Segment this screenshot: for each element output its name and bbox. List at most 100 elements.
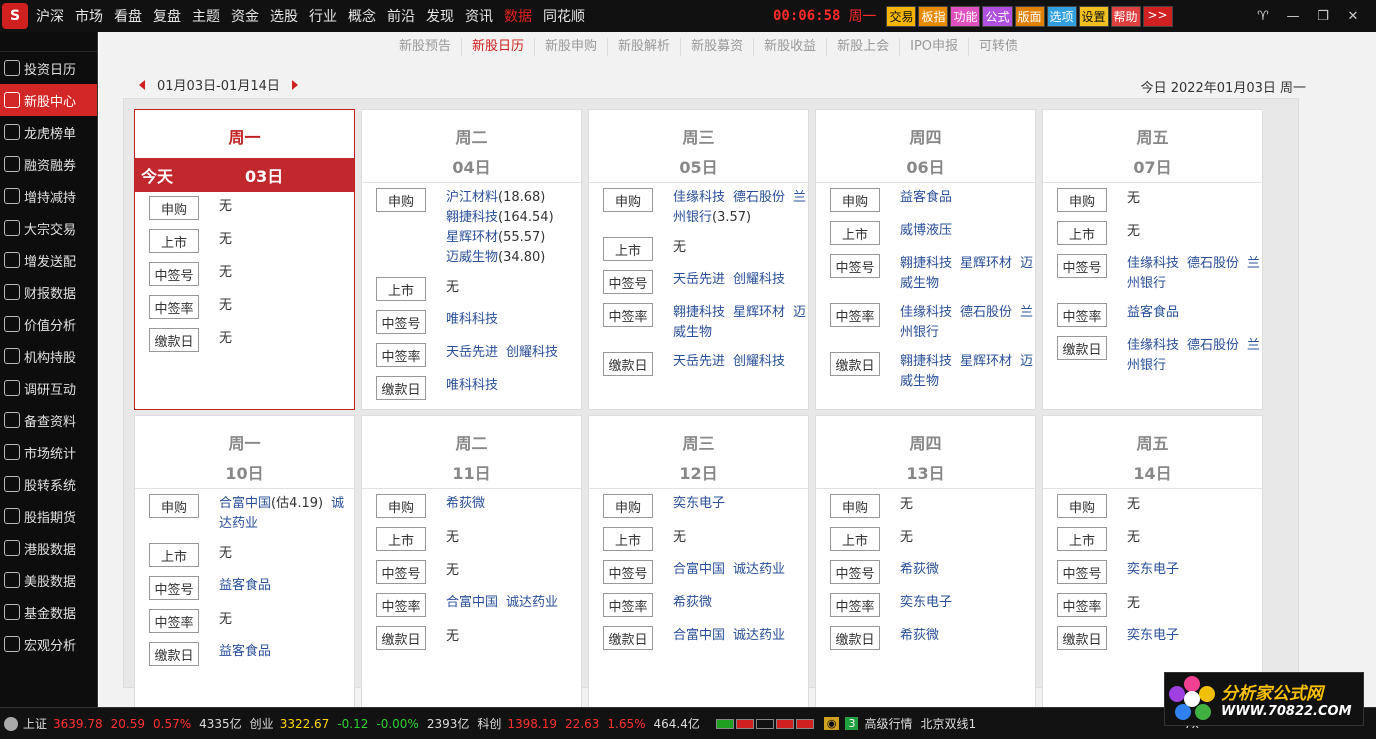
stock-link[interactable]: 沪江材料(18.68) <box>446 190 545 205</box>
menu-item-3[interactable]: 复盘 <box>148 6 187 26</box>
stock-link[interactable]: 诚达药业 <box>733 562 785 577</box>
stock-link[interactable]: 翱捷科技(164.54) <box>446 210 554 225</box>
stock-link[interactable]: 益客食品 <box>219 644 271 659</box>
quick-button-4[interactable]: 版面 <box>1014 5 1045 27</box>
menu-item-11[interactable]: 资讯 <box>460 6 499 26</box>
rate-button[interactable]: 中签率 <box>830 303 880 327</box>
rate-button[interactable]: 中签率 <box>149 609 199 633</box>
sidebar-item-11[interactable]: 备查资料 <box>0 404 97 436</box>
stock-link[interactable]: 奕东电子 <box>900 595 952 610</box>
subtab-1[interactable]: 新股日历 <box>462 38 536 56</box>
rate-button[interactable]: 中签率 <box>376 343 426 367</box>
quick-button-7[interactable]: 帮助 <box>1110 5 1141 27</box>
menu-item-4[interactable]: 主题 <box>187 6 226 26</box>
stock-link[interactable]: 佳缘科技 <box>900 305 952 320</box>
payment-button[interactable]: 缴款日 <box>830 352 880 376</box>
subtab-2[interactable]: 新股申购 <box>535 38 609 56</box>
stock-link[interactable]: 合富中国 <box>673 562 725 577</box>
sidebar-item-14[interactable]: 股指期货 <box>0 500 97 532</box>
payment-button[interactable]: 缴款日 <box>376 626 426 650</box>
minimize-icon[interactable]: — <box>1278 9 1308 24</box>
listing-button[interactable]: 上市 <box>1057 221 1107 245</box>
server-name[interactable]: 北京双线1 <box>920 715 976 732</box>
stock-link[interactable]: 合富中国 <box>673 628 725 643</box>
lottery-button[interactable]: 中签号 <box>830 254 880 278</box>
sidebar-item-17[interactable]: 基金数据 <box>0 596 97 628</box>
payment-button[interactable]: 缴款日 <box>1057 626 1107 650</box>
subtab-6[interactable]: 新股上会 <box>827 38 901 56</box>
cy-index-name[interactable]: 创业 <box>250 715 274 732</box>
stock-link[interactable]: 合富中国 <box>446 595 498 610</box>
subtab-5[interactable]: 新股收益 <box>754 38 828 56</box>
stock-link[interactable]: 星辉环材 <box>733 305 785 320</box>
quick-button-8[interactable]: >> <box>1142 5 1173 27</box>
app-logo[interactable]: S <box>2 3 28 29</box>
sidebar-item-3[interactable]: 融资融券 <box>0 148 97 180</box>
stock-link[interactable]: 天岳先进 <box>673 272 725 287</box>
sidebar-item-2[interactable]: 龙虎榜单 <box>0 116 97 148</box>
lottery-button[interactable]: 中签号 <box>149 576 199 600</box>
stock-link[interactable]: 德石股份 <box>1187 256 1239 271</box>
stock-link[interactable]: 奕东电子 <box>673 496 725 511</box>
stock-link[interactable]: 奕东电子 <box>1127 562 1179 577</box>
subtab-7[interactable]: IPO申报 <box>900 38 970 56</box>
subscribe-button[interactable]: 申购 <box>376 188 426 212</box>
menu-item-1[interactable]: 市场 <box>70 6 109 26</box>
stock-link[interactable]: 奕东电子 <box>1127 628 1179 643</box>
subscribe-button[interactable]: 申购 <box>376 494 426 518</box>
quick-button-6[interactable]: 设置 <box>1078 5 1109 27</box>
listing-button[interactable]: 上市 <box>830 527 880 551</box>
listing-button[interactable]: 上市 <box>149 543 199 567</box>
lottery-button[interactable]: 中签号 <box>830 560 880 584</box>
subscribe-button[interactable]: 申购 <box>603 188 653 212</box>
close-icon[interactable]: ✕ <box>1338 9 1368 24</box>
lottery-button[interactable]: 中签号 <box>376 560 426 584</box>
subscribe-button[interactable]: 申购 <box>830 494 880 518</box>
sidebar-item-18[interactable]: 宏观分析 <box>0 628 97 660</box>
payment-button[interactable]: 缴款日 <box>1057 336 1107 360</box>
stock-link[interactable]: 希荻微 <box>900 562 939 577</box>
stock-link[interactable]: 星辉环材 <box>960 256 1012 271</box>
lottery-button[interactable]: 中签号 <box>376 310 426 334</box>
payment-button[interactable]: 缴款日 <box>149 642 199 666</box>
lottery-button[interactable]: 中签号 <box>149 262 199 286</box>
subscribe-button[interactable]: 申购 <box>603 494 653 518</box>
stock-link[interactable]: 德石股份 <box>1187 338 1239 353</box>
stock-link[interactable]: 德石股份 <box>733 190 785 205</box>
rate-button[interactable]: 中签率 <box>1057 593 1107 617</box>
stock-link[interactable]: 唯科科技 <box>446 312 498 327</box>
rate-button[interactable]: 中签率 <box>149 295 199 319</box>
quick-button-3[interactable]: 公式 <box>982 5 1013 27</box>
listing-button[interactable]: 上市 <box>1057 527 1107 551</box>
quick-button-0[interactable]: 交易 <box>886 5 917 27</box>
menu-item-7[interactable]: 行业 <box>304 6 343 26</box>
stock-link[interactable]: 佳缘科技 <box>1127 338 1179 353</box>
stock-link[interactable]: 佳缘科技 <box>1127 256 1179 271</box>
stock-link[interactable]: 诚达药业 <box>733 628 785 643</box>
menu-item-12[interactable]: 数据 <box>499 6 538 26</box>
listing-button[interactable]: 上市 <box>149 229 199 253</box>
stock-link[interactable]: 创耀科技 <box>506 345 558 360</box>
stock-link[interactable]: 天岳先进 <box>446 345 498 360</box>
quote-level[interactable]: 高级行情 <box>864 715 912 732</box>
lottery-button[interactable]: 中签号 <box>603 270 653 294</box>
sidebar-item-10[interactable]: 调研互动 <box>0 372 97 404</box>
subscribe-button[interactable]: 申购 <box>1057 494 1107 518</box>
sidebar-item-13[interactable]: 股转系统 <box>0 468 97 500</box>
menu-item-13[interactable]: 同花顺 <box>538 6 591 26</box>
sidebar-item-12[interactable]: 市场统计 <box>0 436 97 468</box>
stock-link[interactable]: 益客食品 <box>219 578 271 593</box>
sidebar-item-5[interactable]: 大宗交易 <box>0 212 97 244</box>
stock-link[interactable]: 翱捷科技 <box>900 256 952 271</box>
stock-link[interactable]: 天岳先进 <box>673 354 725 369</box>
kc-index-name[interactable]: 科创 <box>477 715 501 732</box>
lottery-button[interactable]: 中签号 <box>603 560 653 584</box>
subscribe-button[interactable]: 申购 <box>830 188 880 212</box>
stock-link[interactable]: 益客食品 <box>900 190 952 205</box>
rate-button[interactable]: 中签率 <box>603 593 653 617</box>
stock-link[interactable]: 威博液压 <box>900 223 952 238</box>
rate-button[interactable]: 中签率 <box>830 593 880 617</box>
menu-item-5[interactable]: 资金 <box>226 6 265 26</box>
sidebar-item-9[interactable]: 机构持股 <box>0 340 97 372</box>
stock-link[interactable]: 佳缘科技 <box>673 190 725 205</box>
